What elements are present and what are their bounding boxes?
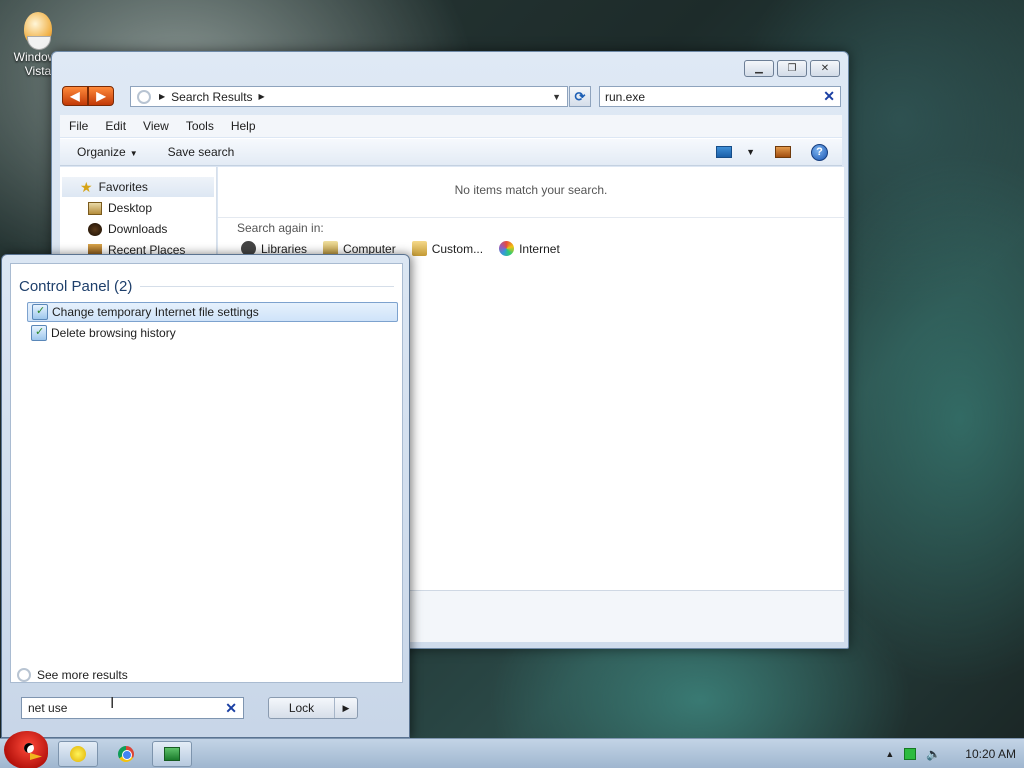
address-row: ◀ ▶ ▶ Search Results ▶ ▼ ⟳ run.exe ✕ — [62, 85, 841, 108]
lock-label: Lock — [269, 698, 335, 718]
search-again-custom[interactable]: Custom... — [411, 241, 484, 256]
clock[interactable]: 10:20 AM — [965, 747, 1016, 761]
star-icon: ★ — [80, 178, 93, 195]
search-results-list: Control Panel (2) Change temporary Inter… — [10, 263, 403, 683]
nav-buttons: ◀ ▶ — [62, 85, 114, 108]
clear-search-icon[interactable]: ✕ — [225, 700, 237, 717]
menu-view[interactable]: View — [143, 119, 169, 133]
taskbar-app-network[interactable] — [152, 741, 192, 767]
organize-label: Organize — [77, 145, 126, 159]
start-button[interactable] — [4, 731, 48, 768]
header-divider — [140, 286, 394, 287]
menu-help[interactable]: Help — [231, 119, 256, 133]
location-label: Custom... — [431, 241, 484, 256]
lock-button[interactable]: Lock ▶ — [268, 697, 358, 719]
command-toolbar: Organize ▼ Save search ▼ ? — [60, 138, 842, 166]
explorer-search-input[interactable]: run.exe ✕ — [599, 86, 841, 107]
downloads-icon — [88, 222, 102, 236]
desktop-icon — [88, 201, 102, 215]
result-label: Delete browsing history — [51, 326, 176, 340]
minimize-icon: ▁ — [755, 63, 763, 74]
results-group-title: Control Panel (2) — [19, 278, 133, 295]
network-app-icon — [164, 747, 180, 761]
location-label: Internet — [519, 241, 560, 256]
start-search-panel: Control Panel (2) Change temporary Inter… — [1, 254, 410, 738]
show-hidden-icons-icon[interactable]: ▲ — [885, 749, 894, 759]
divider — [218, 217, 844, 218]
chevron-down-icon: ▼ — [746, 147, 755, 157]
refresh-button[interactable]: ⟳ — [569, 86, 591, 107]
start-search-input[interactable]: net use ✕ — [21, 697, 244, 719]
volume-icon[interactable]: 🔈 — [926, 747, 941, 761]
menu-tools[interactable]: Tools — [186, 119, 214, 133]
minimize-button[interactable]: ▁ — [744, 60, 774, 77]
control-panel-icon — [31, 325, 47, 341]
explorer-app-icon — [70, 746, 86, 762]
back-arrow-icon: ◀ — [70, 88, 80, 103]
result-delete-browsing-history[interactable]: Delete browsing history — [27, 323, 398, 343]
restore-icon: ❐ — [787, 63, 797, 74]
breadcrumb-arrow-icon[interactable]: ▶ — [259, 92, 265, 101]
results-group-header: Control Panel (2) — [19, 278, 394, 295]
back-button[interactable]: ◀ — [62, 85, 88, 106]
search-again-internet[interactable]: Internet — [499, 241, 560, 256]
close-icon: ✕ — [820, 63, 830, 74]
address-bar[interactable]: ▶ Search Results ▶ ▼ — [130, 86, 568, 107]
organize-button[interactable]: Organize ▼ — [77, 145, 138, 159]
nav-item-downloads[interactable]: Downloads — [88, 219, 167, 239]
chrome-icon — [118, 746, 134, 762]
control-panel-icon — [32, 304, 48, 320]
result-label: Change temporary Internet file settings — [52, 305, 259, 319]
taskbar-app-chrome[interactable] — [106, 741, 146, 767]
explorer-search-value: run.exe — [605, 89, 646, 104]
clear-search-icon[interactable]: ✕ — [823, 88, 835, 105]
taskbar-app-explorer[interactable] — [58, 741, 98, 767]
maximize-button[interactable]: ❐ — [777, 60, 807, 77]
close-button[interactable]: ✕ — [810, 60, 840, 77]
search-spinner-icon — [17, 668, 31, 682]
chevron-down-icon: ▼ — [129, 149, 138, 158]
menu-edit[interactable]: Edit — [105, 119, 126, 133]
preview-pane-icon[interactable] — [775, 146, 791, 158]
see-more-label: See more results — [37, 668, 128, 682]
search-again-label: Search again in: — [237, 221, 324, 235]
nav-favorites-label: Favorites — [98, 180, 148, 194]
network-status-icon[interactable] — [904, 748, 917, 760]
help-icon[interactable]: ? — [811, 143, 828, 161]
see-more-results-link[interactable]: See more results — [17, 668, 128, 682]
forward-arrow-icon: ▶ — [96, 88, 106, 103]
save-search-button[interactable]: Save search — [168, 145, 235, 159]
refresh-icon: ⟳ — [574, 88, 586, 104]
result-change-temp-internet-files[interactable]: Change temporary Internet file settings — [27, 302, 398, 322]
menu-file[interactable]: File — [69, 119, 88, 133]
breadcrumb-search-results[interactable]: Search Results — [171, 90, 252, 104]
change-view-button[interactable]: ▼ — [716, 146, 755, 158]
nav-favorites[interactable]: ★ Favorites — [62, 177, 214, 197]
folder-icon — [411, 241, 427, 256]
window-controls: ▁ ❐ ✕ — [744, 60, 840, 77]
internet-icon — [499, 241, 515, 256]
taskbar: ▲ 🔈 10:20 AM — [0, 731, 1024, 768]
view-icon — [716, 146, 733, 158]
nav-item-label: Desktop — [108, 201, 153, 215]
lock-options-arrow-icon[interactable]: ▶ — [335, 698, 357, 718]
search-spinner-icon — [137, 89, 151, 104]
nav-item-label: Downloads — [108, 222, 168, 236]
nav-item-desktop[interactable]: Desktop — [88, 198, 152, 218]
address-dropdown-icon[interactable]: ▼ — [552, 92, 561, 102]
breadcrumb-arrow-icon[interactable]: ▶ — [159, 92, 165, 101]
start-search-value: net use — [28, 701, 68, 715]
text-cursor-icon: I — [110, 695, 115, 712]
vista-egg-icon — [24, 12, 52, 50]
menu-bar: File Edit View Tools Help — [60, 115, 842, 137]
system-tray: ▲ 🔈 10:20 AM — [885, 739, 1016, 768]
toolbar-right: ▼ ? — [716, 143, 828, 161]
forward-button[interactable]: ▶ — [88, 85, 114, 106]
no-items-message: No items match your search. — [454, 183, 608, 197]
